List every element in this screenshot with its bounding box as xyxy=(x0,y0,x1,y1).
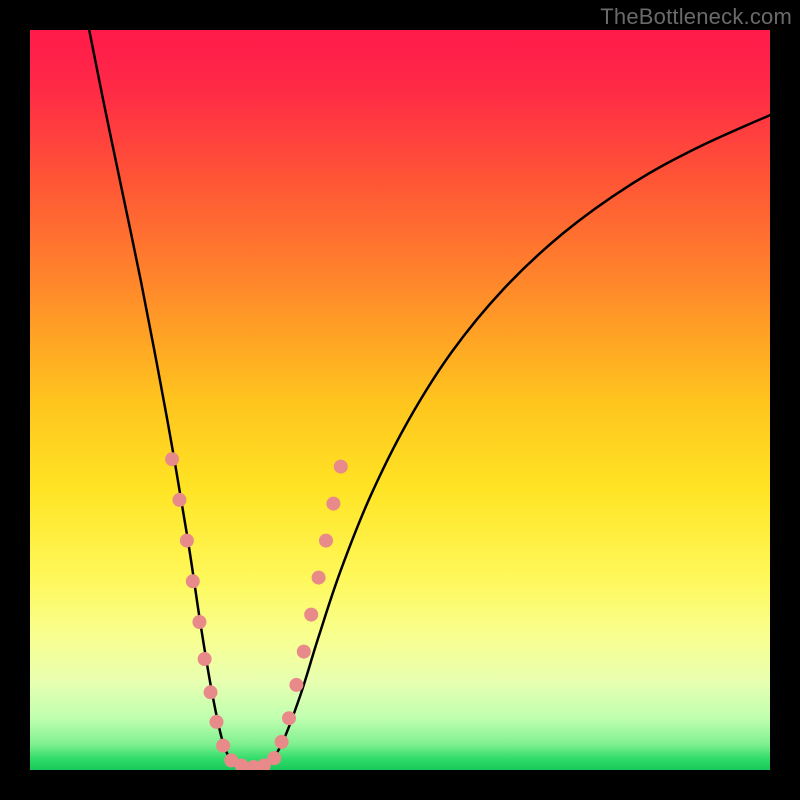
marker-dot xyxy=(216,739,230,753)
marker-dot xyxy=(186,574,200,588)
curve-layer xyxy=(30,30,770,770)
marker-dot xyxy=(319,534,333,548)
marker-dot xyxy=(282,711,296,725)
marker-dot xyxy=(204,685,218,699)
marker-dot xyxy=(289,678,303,692)
right-curve xyxy=(248,115,770,768)
marker-dot xyxy=(297,645,311,659)
marker-dot xyxy=(275,735,289,749)
marker-dot xyxy=(334,460,348,474)
plot-area xyxy=(30,30,770,770)
marker-dot xyxy=(304,608,318,622)
marker-dot xyxy=(267,751,281,765)
left-curve xyxy=(89,30,248,768)
chart-stage: TheBottleneck.com xyxy=(0,0,800,800)
marker-dot xyxy=(209,715,223,729)
marker-dot xyxy=(198,652,212,666)
marker-dot xyxy=(312,571,326,585)
marker-dot xyxy=(192,615,206,629)
marker-group xyxy=(165,452,348,770)
watermark-text: TheBottleneck.com xyxy=(600,4,792,30)
marker-dot xyxy=(180,534,194,548)
marker-dot xyxy=(326,497,340,511)
marker-dot xyxy=(172,493,186,507)
marker-dot xyxy=(165,452,179,466)
